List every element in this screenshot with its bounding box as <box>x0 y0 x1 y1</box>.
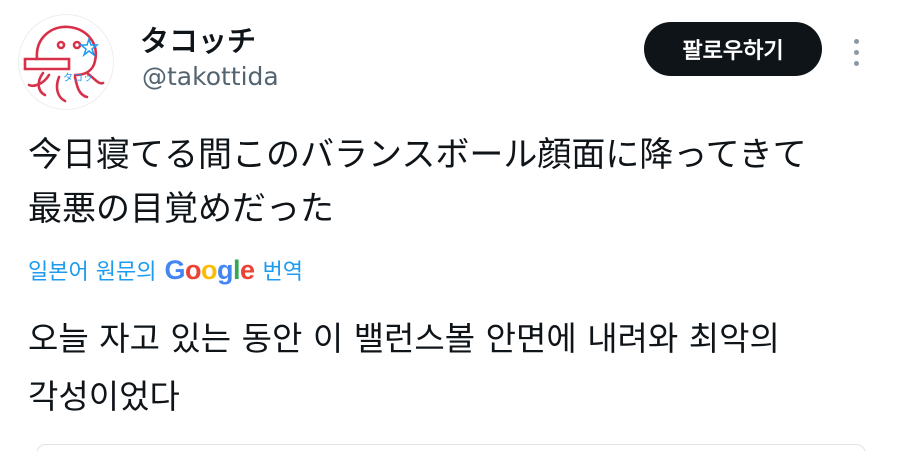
tweet-text-line: 最悪の目覚めだった <box>28 189 334 229</box>
google-logo-letter: g <box>216 255 234 285</box>
translated-text: 오늘 자고 있는 동안 이 밸런스볼 안면에 내려와 최악의 각성이었다 <box>28 310 878 426</box>
google-logo-letter: l <box>232 255 241 285</box>
google-logo-letter: e <box>239 255 255 285</box>
quoted-card-edge[interactable] <box>36 444 866 451</box>
translated-text-line: 각성이었다 <box>28 377 180 416</box>
follow-button[interactable]: 팔로우하기 <box>644 22 822 76</box>
author-avatar[interactable]: タコッ <box>18 14 114 110</box>
tweet-text: 今日寝てる間このバランスボール顔面に降ってきて 最悪の目覚めだった <box>28 128 878 236</box>
tweet-card: タコッ タコッチ @takottida 팔로우하기 今日寝てる間このバランスボー… <box>0 0 900 451</box>
octopus-mascot-icon: タコッ <box>23 25 105 103</box>
translated-text-line: 오늘 자고 있는 동안 이 밸런스볼 안면에 내려와 최악의 <box>28 319 780 358</box>
google-logo-letter: o <box>184 255 202 285</box>
translation-source-label: 일본어 원문의 <box>28 260 157 285</box>
author-display-name[interactable]: タコッチ <box>140 18 256 60</box>
google-logo-letter: G <box>164 255 185 285</box>
author-handle[interactable]: @takottida <box>142 62 279 91</box>
tweet-text-line: 今日寝てる間このバランスボール顔面に降ってきて <box>28 135 807 175</box>
google-logo-letter: o <box>200 255 218 285</box>
more-vertical-icon <box>853 38 859 66</box>
avatar-text: タコッ <box>63 72 93 84</box>
translate-link[interactable]: 번역 <box>263 254 303 286</box>
translation-attribution: 일본어 원문의 Google 번역 <box>28 254 303 286</box>
more-options-button[interactable] <box>842 30 870 74</box>
google-logo: Google <box>164 255 255 286</box>
